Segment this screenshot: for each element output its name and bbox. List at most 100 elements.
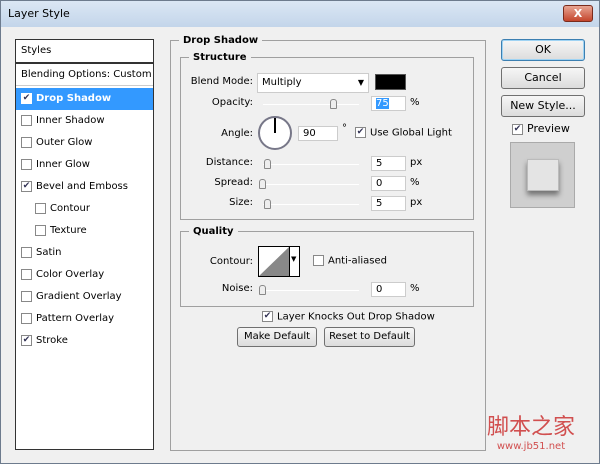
checkbox-icon[interactable]: [21, 290, 32, 302]
checkbox-icon[interactable]: [21, 136, 32, 148]
opacity-unit: %: [410, 97, 420, 108]
checkbox-icon[interactable]: ✔: [21, 334, 32, 346]
style-item[interactable]: ✔ Bevel and Emboss: [16, 176, 153, 198]
styles-list: Styles Blending Options: Custom ✔ Drop Sh…: [15, 39, 154, 450]
size-input[interactable]: 5: [371, 196, 406, 211]
slider-thumb[interactable]: [259, 179, 266, 189]
checkbox-icon[interactable]: ✔: [21, 180, 32, 192]
noise-label: Noise:: [221, 283, 253, 294]
slider-thumb[interactable]: [329, 99, 337, 109]
title-bar: Layer Style X: [1, 1, 599, 27]
size-label: Size:: [229, 197, 253, 208]
blend-mode-label: Blend Mode:: [190, 76, 253, 87]
contour-label: Contour:: [209, 256, 253, 267]
style-item[interactable]: Contour: [16, 198, 153, 220]
style-item[interactable]: Inner Shadow: [16, 110, 153, 132]
angle-input[interactable]: 90: [298, 126, 338, 141]
style-item-label: Outer Glow: [36, 137, 93, 148]
distance-input[interactable]: 5: [371, 156, 406, 171]
chevron-down-icon: ▼: [357, 78, 364, 87]
dialog-title: Layer Style: [8, 7, 70, 20]
checkbox-icon[interactable]: [21, 246, 32, 258]
reset-to-default-button[interactable]: Reset to Default: [324, 327, 415, 347]
distance-slider[interactable]: [263, 159, 359, 169]
blending-options[interactable]: Blending Options: Custom: [16, 64, 153, 86]
layer-style-dialog: Layer Style X Styles Blending Options: C…: [0, 0, 600, 464]
slider-thumb[interactable]: [264, 199, 271, 209]
style-item-label: Contour: [50, 203, 90, 214]
checkbox-icon[interactable]: [21, 312, 32, 324]
style-item-label: Stroke: [36, 335, 68, 346]
styles-header[interactable]: Styles: [16, 40, 153, 64]
style-item[interactable]: Satin: [16, 242, 153, 264]
structure-title: Structure: [193, 52, 247, 63]
contour-curve-icon: [259, 247, 289, 276]
style-item-label: Satin: [36, 247, 62, 258]
preview-checkbox[interactable]: ✔ Preview: [512, 122, 570, 135]
distance-unit: px: [410, 157, 423, 168]
checkbox-icon[interactable]: [21, 114, 32, 126]
blend-mode-select[interactable]: Multiply ▼: [257, 73, 369, 93]
quality-title: Quality: [193, 226, 234, 237]
anti-aliased-label: Anti-aliased: [328, 255, 388, 267]
opacity-slider[interactable]: [263, 99, 359, 109]
checkbox-icon[interactable]: [21, 268, 32, 280]
checkbox-icon: ✔: [512, 123, 523, 135]
style-item[interactable]: ✔ Drop Shadow: [16, 88, 153, 110]
distance-label: Distance:: [205, 157, 253, 168]
checkbox-icon[interactable]: [35, 224, 46, 236]
slider-thumb[interactable]: [264, 159, 271, 169]
ok-button[interactable]: OK: [501, 39, 585, 61]
noise-unit: %: [410, 283, 420, 294]
checkbox-icon[interactable]: ✔: [21, 92, 32, 104]
new-style-button[interactable]: New Style...: [501, 95, 585, 117]
style-item-label: Gradient Overlay: [36, 291, 122, 302]
layer-knocks-out-label: Layer Knocks Out Drop Shadow: [277, 311, 435, 323]
style-item-label: Color Overlay: [36, 269, 105, 280]
noise-slider[interactable]: [259, 285, 359, 295]
use-global-light-label: Use Global Light: [370, 127, 452, 139]
opacity-label: Opacity:: [211, 97, 253, 108]
opacity-value: 75: [376, 98, 389, 109]
checkbox-icon: ✔: [355, 127, 366, 138]
checkbox-icon[interactable]: [35, 202, 46, 214]
size-slider[interactable]: [263, 199, 359, 209]
style-item[interactable]: Gradient Overlay: [16, 286, 153, 308]
slider-thumb[interactable]: [259, 285, 266, 295]
checkbox-icon: [313, 255, 324, 266]
spread-unit: %: [410, 177, 420, 188]
contour-picker[interactable]: ▼: [258, 246, 300, 277]
spread-input[interactable]: 0: [371, 176, 406, 191]
style-item[interactable]: Color Overlay: [16, 264, 153, 286]
blend-mode-value: Multiply: [262, 77, 302, 88]
style-item-label: Inner Glow: [36, 159, 90, 170]
layer-knocks-out-checkbox[interactable]: ✔ Layer Knocks Out Drop Shadow: [262, 311, 435, 323]
angle-unit: °: [342, 123, 347, 134]
style-item[interactable]: Outer Glow: [16, 132, 153, 154]
checkbox-icon[interactable]: [21, 158, 32, 170]
close-button[interactable]: X: [563, 5, 593, 22]
size-unit: px: [410, 197, 423, 208]
style-item[interactable]: Inner Glow: [16, 154, 153, 176]
style-item-label: Pattern Overlay: [36, 313, 115, 324]
style-item[interactable]: Pattern Overlay: [16, 308, 153, 330]
angle-dial[interactable]: [258, 116, 292, 150]
anti-aliased-checkbox[interactable]: Anti-aliased: [313, 255, 387, 267]
use-global-light-checkbox[interactable]: ✔ Use Global Light: [355, 127, 452, 139]
style-item[interactable]: ✔ Stroke: [16, 330, 153, 352]
checkbox-icon: ✔: [262, 311, 273, 322]
preview-label: Preview: [527, 122, 570, 135]
shadow-color-swatch[interactable]: [375, 74, 406, 90]
chevron-down-icon: ▼: [291, 255, 297, 263]
style-item-label: Texture: [50, 225, 87, 236]
style-item-label: Drop Shadow: [36, 93, 112, 104]
style-item-label: Inner Shadow: [36, 115, 105, 126]
style-item-label: Bevel and Emboss: [36, 181, 128, 192]
watermark: 脚本之家 www.jb51.net: [486, 415, 575, 452]
cancel-button[interactable]: Cancel: [501, 67, 585, 89]
make-default-button[interactable]: Make Default: [237, 327, 317, 347]
noise-input[interactable]: 0: [371, 282, 406, 297]
opacity-input[interactable]: 75: [371, 96, 406, 111]
style-item[interactable]: Texture: [16, 220, 153, 242]
spread-slider[interactable]: [259, 179, 359, 189]
